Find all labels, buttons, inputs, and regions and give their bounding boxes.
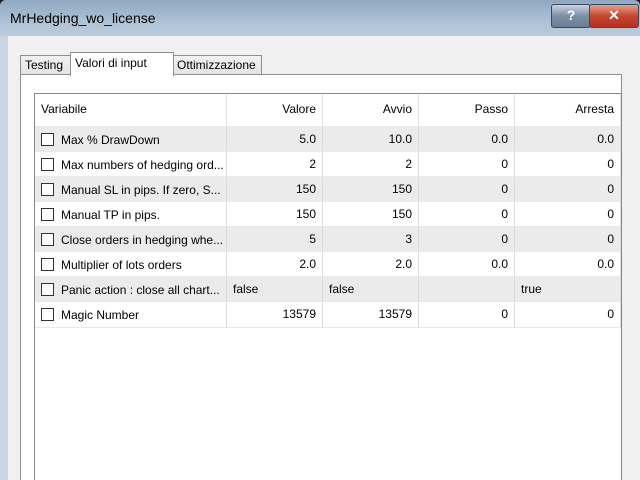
variable-name: Close orders in hedging whe...: [61, 232, 224, 247]
variable-name: Max numbers of hedging ord...: [61, 157, 224, 172]
help-button[interactable]: ?: [551, 4, 591, 28]
arresta-cell[interactable]: 0: [515, 177, 621, 202]
row-checkbox[interactable]: [41, 233, 54, 246]
variable-name: Multiplier of lots orders: [61, 257, 182, 272]
avvio-cell[interactable]: 2: [323, 152, 419, 177]
variable-name: Magic Number: [61, 307, 140, 322]
valore-cell[interactable]: 5: [227, 227, 323, 252]
table-row[interactable]: Max numbers of hedging ord... 2 2 0 0: [35, 151, 621, 177]
variable-cell: Max numbers of hedging ord...: [35, 152, 227, 177]
passo-cell[interactable]: 0: [419, 202, 515, 227]
passo-cell[interactable]: [419, 277, 515, 302]
table-row[interactable]: Manual SL in pips. If zero, S... 150 150…: [35, 176, 621, 202]
column-header-valore[interactable]: Valore: [227, 94, 323, 126]
arresta-cell[interactable]: 0: [515, 227, 621, 252]
variable-name: Manual SL in pips. If zero, S...: [61, 182, 221, 197]
table-row[interactable]: Manual TP in pips. 150 150 0 0: [35, 201, 621, 227]
avvio-cell[interactable]: 3: [323, 227, 419, 252]
variable-cell: Manual TP in pips.: [35, 202, 227, 227]
input-parameters-grid: Variabile Valore Avvio Passo Arresta Max…: [34, 93, 622, 480]
passo-cell[interactable]: 0: [419, 177, 515, 202]
valore-cell[interactable]: 150: [227, 177, 323, 202]
arresta-cell[interactable]: true: [515, 277, 621, 302]
row-checkbox[interactable]: [41, 258, 54, 271]
tab-panel: Variabile Valore Avvio Passo Arresta Max…: [20, 74, 622, 480]
avvio-cell[interactable]: 13579: [323, 302, 419, 327]
avvio-cell[interactable]: false: [323, 277, 419, 302]
variable-cell: Close orders in hedging whe...: [35, 227, 227, 252]
valore-cell[interactable]: 13579: [227, 302, 323, 327]
arresta-cell[interactable]: 0: [515, 152, 621, 177]
column-header-passo[interactable]: Passo: [419, 94, 515, 126]
valore-cell[interactable]: 2: [227, 152, 323, 177]
variable-name: Max % DrawDown: [61, 132, 160, 147]
variable-name: Manual TP in pips.: [61, 207, 160, 222]
valore-cell[interactable]: false: [227, 277, 323, 302]
passo-cell[interactable]: 0: [419, 302, 515, 327]
valore-cell[interactable]: 150: [227, 202, 323, 227]
tab-ottimizzazione[interactable]: Ottimizzazione: [172, 55, 262, 75]
passo-cell[interactable]: 0: [419, 152, 515, 177]
arresta-cell[interactable]: 0: [515, 202, 621, 227]
dialog-client-area: Testing Valori di input Ottimizzazione V…: [8, 36, 640, 480]
row-checkbox[interactable]: [41, 208, 54, 221]
arresta-cell[interactable]: 0.0: [515, 252, 621, 277]
variable-name: Panic action : close all chart...: [61, 282, 220, 297]
title-bar[interactable]: MrHedging_wo_license ? ✕: [0, 0, 640, 36]
dialog-window: MrHedging_wo_license ? ✕ Testing Valori …: [0, 0, 640, 480]
tab-valori-di-input[interactable]: Valori di input: [70, 52, 174, 76]
valore-cell[interactable]: 5.0: [227, 127, 323, 152]
valore-cell[interactable]: 2.0: [227, 252, 323, 277]
row-checkbox[interactable]: [41, 183, 54, 196]
passo-cell[interactable]: 0.0: [419, 127, 515, 152]
tab-testing[interactable]: Testing: [20, 55, 71, 75]
row-checkbox[interactable]: [41, 158, 54, 171]
table-row[interactable]: Magic Number 13579 13579 0 0: [35, 301, 621, 328]
variable-cell: Multiplier of lots orders: [35, 252, 227, 277]
avvio-cell[interactable]: 150: [323, 202, 419, 227]
column-header-avvio[interactable]: Avvio: [323, 94, 419, 126]
table-row[interactable]: Close orders in hedging whe... 5 3 0 0: [35, 226, 621, 252]
avvio-cell[interactable]: 150: [323, 177, 419, 202]
passo-cell[interactable]: 0.0: [419, 252, 515, 277]
table-row[interactable]: Panic action : close all chart... false …: [35, 276, 621, 302]
variable-cell: Panic action : close all chart...: [35, 277, 227, 302]
arresta-cell[interactable]: 0: [515, 302, 621, 327]
variable-cell: Magic Number: [35, 302, 227, 327]
avvio-cell[interactable]: 2.0: [323, 252, 419, 277]
table-row[interactable]: Max % DrawDown 5.0 10.0 0.0 0.0: [35, 126, 621, 152]
row-checkbox[interactable]: [41, 133, 54, 146]
column-header-variabile[interactable]: Variabile: [35, 94, 227, 126]
variable-cell: Manual SL in pips. If zero, S...: [35, 177, 227, 202]
avvio-cell[interactable]: 10.0: [323, 127, 419, 152]
row-checkbox[interactable]: [41, 283, 54, 296]
window-title: MrHedging_wo_license: [10, 10, 156, 26]
arresta-cell[interactable]: 0.0: [515, 127, 621, 152]
grid-header: Variabile Valore Avvio Passo Arresta: [35, 94, 621, 126]
passo-cell[interactable]: 0: [419, 227, 515, 252]
variable-cell: Max % DrawDown: [35, 127, 227, 152]
column-header-arresta[interactable]: Arresta: [515, 94, 621, 126]
close-button[interactable]: ✕: [589, 4, 639, 28]
table-row[interactable]: Multiplier of lots orders 2.0 2.0 0.0 0.…: [35, 251, 621, 277]
row-checkbox[interactable]: [41, 308, 54, 321]
